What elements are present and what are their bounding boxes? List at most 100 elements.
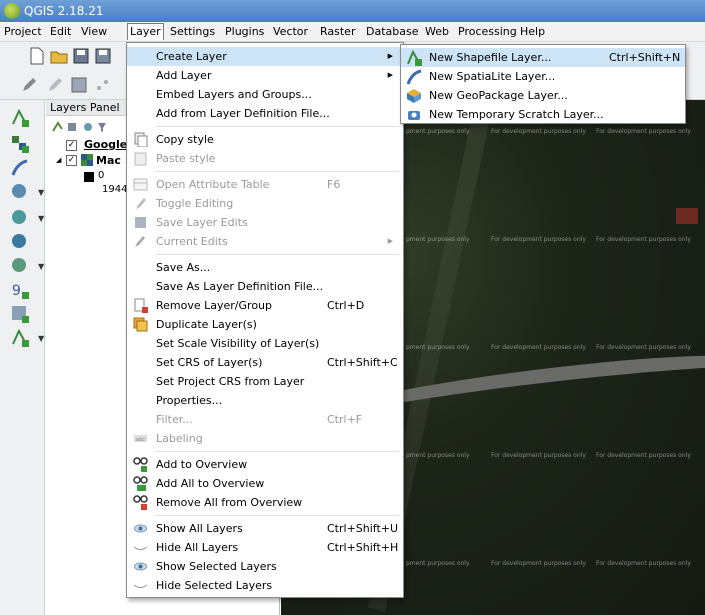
menu-item-add-to-overview[interactable]: Add to Overview (127, 455, 403, 474)
menu-item-properties[interactable]: Properties... (127, 391, 403, 410)
menu-item-label: New GeoPackage Layer... (429, 89, 568, 102)
add-all-overview-icon (133, 476, 148, 491)
menu-database[interactable]: Database (366, 25, 419, 38)
chevron-down-icon[interactable]: ▼ (38, 334, 44, 343)
layer-google-label[interactable]: Google (84, 138, 127, 151)
save-edits-icon[interactable] (70, 76, 88, 94)
menu-raster[interactable]: Raster (320, 25, 355, 38)
menu-item-embed-layers[interactable]: Embed Layers and Groups... (127, 85, 403, 104)
menu-item-labeling[interactable]: abc Labeling (127, 429, 403, 448)
menu-item-save-as[interactable]: Save As... (127, 258, 403, 277)
open-project-icon[interactable] (50, 47, 68, 65)
legend-swatch-black (84, 172, 94, 182)
menu-plugins[interactable]: Plugins (225, 25, 264, 38)
layer-mac-label[interactable]: Mac (96, 154, 121, 167)
menu-item-save-as-definition[interactable]: Save As Layer Definition File... (127, 277, 403, 296)
save-edits-icon (135, 217, 146, 228)
menu-item-add-all-to-overview[interactable]: Add All to Overview (127, 474, 403, 493)
watermark-text: pment purposes only (406, 452, 470, 459)
add-vector-layer-icon[interactable] (10, 108, 30, 128)
menu-item-new-shapefile[interactable]: New Shapefile Layer... Ctrl+Shift+N (401, 48, 685, 67)
menu-item-filter[interactable]: Filter... Ctrl+F (127, 410, 403, 429)
menu-separator (155, 515, 399, 516)
menu-item-show-all-layers[interactable]: Show All Layers Ctrl+Shift+U (127, 519, 403, 538)
menu-item-label: Open Attribute Table (156, 178, 270, 191)
legend-value-max: 1944 (102, 184, 128, 195)
menu-item-set-crs[interactable]: Set CRS of Layer(s) Ctrl+Shift+C (127, 353, 403, 372)
menu-web[interactable]: Web (425, 25, 449, 38)
digitize-pencil-icon[interactable] (20, 76, 38, 94)
add-feature-icon[interactable] (94, 76, 112, 94)
raster-layer-icon (81, 154, 93, 166)
menu-item-remove-layer[interactable]: Remove Layer/Group Ctrl+D (127, 296, 403, 315)
chevron-down-icon[interactable]: ▼ (38, 188, 44, 197)
submenu-arrow-icon: ▶ (387, 237, 393, 245)
menu-item-set-scale-visibility[interactable]: Set Scale Visibility of Layer(s) (127, 334, 403, 353)
menu-item-new-scratch-layer[interactable]: New Temporary Scratch Layer... (401, 105, 685, 124)
remove-overview-icon (133, 495, 148, 510)
window-title: QGIS 2.18.21 (24, 4, 104, 18)
menu-view[interactable]: View (81, 25, 107, 38)
layer-menu: Create Layer ▶ Add Layer ▶ Embed Layers … (126, 42, 404, 598)
new-project-icon[interactable] (28, 47, 46, 65)
menu-item-toggle-editing[interactable]: Toggle Editing (127, 194, 403, 213)
menu-item-add-from-definition[interactable]: Add from Layer Definition File... (127, 104, 403, 123)
labeling-icon: abc (134, 435, 147, 443)
tree-expand-icon[interactable]: ◢ (56, 156, 61, 164)
menu-item-new-spatialite[interactable]: New SpatiaLite Layer... (401, 67, 685, 86)
menu-item-set-project-crs[interactable]: Set Project CRS from Layer (127, 372, 403, 391)
menu-item-new-geopackage[interactable]: New GeoPackage Layer... (401, 86, 685, 105)
watermark-text: For development purposes only (596, 452, 691, 459)
add-postgis-icon[interactable] (10, 182, 30, 202)
menu-item-label: Set Project CRS from Layer (156, 375, 305, 388)
menu-item-shortcut: Ctrl+Shift+U (327, 522, 399, 535)
chevron-down-icon[interactable]: ▼ (38, 262, 44, 271)
duplicate-layer-icon (133, 317, 148, 332)
menu-settings[interactable]: Settings (170, 25, 215, 38)
menu-item-label: Paste style (156, 152, 216, 165)
eye-closed-icon (133, 546, 148, 550)
save-as-icon[interactable] (94, 47, 112, 65)
menu-item-remove-all-from-overview[interactable]: Remove All from Overview (127, 493, 403, 512)
watermark-text: For development purposes only (491, 128, 586, 135)
menu-edit[interactable]: Edit (50, 25, 71, 38)
menu-item-label: Filter... (156, 413, 193, 426)
add-spatialite-icon[interactable] (10, 158, 30, 178)
new-shapefile-icon[interactable] (10, 328, 30, 348)
menu-processing[interactable]: Processing (458, 25, 517, 38)
add-wfs-icon[interactable] (10, 256, 30, 276)
current-edits-icon (135, 236, 145, 247)
menu-item-save-layer-edits[interactable]: Save Layer Edits (127, 213, 403, 232)
menu-item-label: Add All to Overview (156, 477, 265, 490)
layers-panel-toolbar[interactable] (52, 121, 122, 133)
layer-google-checkbox[interactable]: ✓ (66, 140, 77, 151)
menu-item-hide-all-layers[interactable]: Hide All Layers Ctrl+Shift+H (127, 538, 403, 557)
watermark-text: For development purposes only (596, 128, 691, 135)
chevron-down-icon[interactable]: ▼ (38, 214, 44, 223)
menu-item-create-layer[interactable]: Create Layer ▶ (127, 47, 403, 66)
layer-mac-checkbox[interactable]: ✓ (66, 155, 77, 166)
edit-pencil-icon[interactable] (46, 76, 64, 94)
add-virtual-layer-icon[interactable] (10, 304, 30, 324)
menu-item-show-selected-layers[interactable]: Show Selected Layers (127, 557, 403, 576)
qgis-logo-icon (4, 3, 20, 19)
menu-item-open-attribute-table[interactable]: Open Attribute Table F6 (127, 175, 403, 194)
menu-vector[interactable]: Vector (273, 25, 308, 38)
add-wms-icon[interactable] (10, 208, 30, 228)
eye-open-icon (134, 562, 147, 571)
menu-item-duplicate-layer[interactable]: Duplicate Layer(s) (127, 315, 403, 334)
save-project-icon[interactable] (72, 47, 90, 65)
watermark-text: pment purposes only (406, 128, 470, 135)
menu-item-paste-style[interactable]: Paste style (127, 149, 403, 168)
watermark-text: For development purposes only (491, 560, 586, 567)
menu-item-current-edits[interactable]: Current Edits ▶ (127, 232, 403, 251)
menu-layer[interactable]: Layer (127, 23, 164, 40)
menu-item-copy-style[interactable]: Copy style (127, 130, 403, 149)
add-wcs-icon[interactable] (10, 232, 30, 252)
menu-item-hide-selected-layers[interactable]: Hide Selected Layers (127, 576, 403, 595)
add-raster-layer-icon[interactable] (10, 134, 30, 154)
add-delimited-text-icon[interactable]: 9 (10, 280, 30, 300)
menu-help[interactable]: Help (520, 25, 545, 38)
menu-project[interactable]: Project (4, 25, 42, 38)
menu-item-add-layer[interactable]: Add Layer ▶ (127, 66, 403, 85)
